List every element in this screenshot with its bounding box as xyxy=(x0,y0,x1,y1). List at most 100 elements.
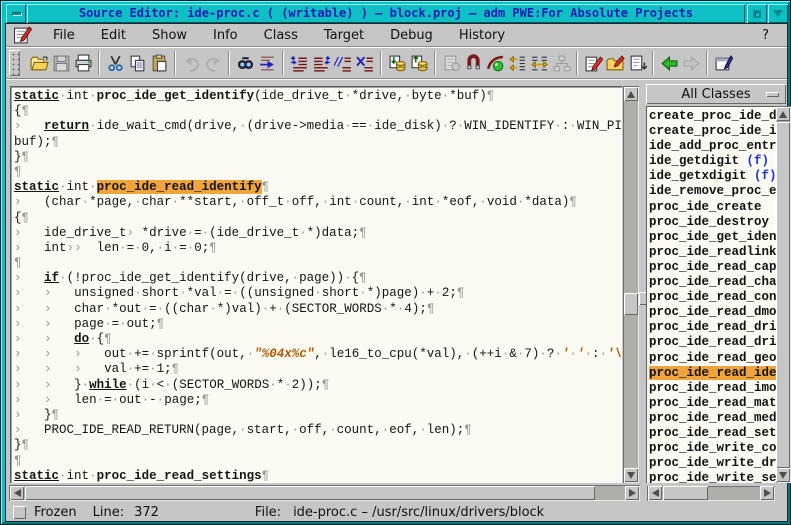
class-list-item[interactable]: proc_ide_read_cha xyxy=(649,275,776,290)
toolbar-outdent-button[interactable] xyxy=(310,50,332,76)
class-list-item[interactable]: proc_ide_read_con xyxy=(649,290,776,305)
class-list-item[interactable]: create_proc_ide_d xyxy=(649,109,776,124)
list-scroll-up-button[interactable] xyxy=(776,107,790,121)
arrow-up-icon xyxy=(779,111,787,118)
check-out-icon xyxy=(388,54,407,73)
menu-item-target[interactable]: Target xyxy=(311,25,377,46)
class-list-item[interactable]: proc_ide_readlink xyxy=(649,245,776,260)
toolbar-print-button[interactable] xyxy=(72,50,94,76)
toolbar-update-doc-button[interactable] xyxy=(626,50,648,76)
arrow-down-icon xyxy=(779,472,787,479)
comment-icon: // xyxy=(334,54,353,73)
scroll-down-button[interactable] xyxy=(624,468,638,482)
list-hscroll-thumb[interactable] xyxy=(663,486,708,500)
class-list-item[interactable]: proc_ide_read_imo xyxy=(649,381,776,396)
toolbar-make-folder-button[interactable] xyxy=(604,50,626,76)
menu-item-file[interactable]: File xyxy=(40,25,88,46)
class-list-item[interactable]: ide_getxdigit (f) xyxy=(649,169,776,184)
class-list[interactable]: create_proc_ide_dcreate_proc_ide_iide_ad… xyxy=(646,106,776,483)
class-list-item[interactable]: proc_ide_read_dri xyxy=(649,335,776,350)
class-list-item[interactable]: proc_ide_destroy xyxy=(649,215,776,230)
arrow-right-icon xyxy=(629,489,636,497)
list-vscroll-thumb[interactable] xyxy=(776,122,790,468)
list-vertical-scrollbar[interactable] xyxy=(776,106,791,483)
toolbar-cut-button[interactable] xyxy=(104,50,126,76)
code-line: › › len·=·out·-·page;¶ xyxy=(14,393,622,408)
code-vscroll-thumb[interactable] xyxy=(624,293,638,315)
toolbar-uncomment-button[interactable] xyxy=(354,50,376,76)
toolbar-magnet-button[interactable] xyxy=(462,50,484,76)
list-scroll-down-button[interactable] xyxy=(776,468,790,482)
shade-button[interactable] xyxy=(768,4,788,23)
toolbar-run-button[interactable] xyxy=(484,50,506,76)
code-vertical-scrollbar[interactable] xyxy=(623,86,639,483)
menu-item-history[interactable]: History xyxy=(446,25,518,46)
toolbar-find-button[interactable] xyxy=(234,50,256,76)
list-scroll-right-button[interactable] xyxy=(760,486,774,500)
menu-items: FileEditShowInfoClassTargetDebugHistory xyxy=(40,25,518,46)
toolbar-goto-line-button[interactable] xyxy=(256,50,278,76)
scroll-up-button[interactable] xyxy=(624,87,638,101)
doc-info-icon xyxy=(442,54,461,73)
class-list-item[interactable]: proc_ide_get_iden xyxy=(649,230,776,245)
class-list-item[interactable]: ide_remove_proc_e xyxy=(649,184,776,199)
toolbar-paste-button[interactable] xyxy=(148,50,170,76)
class-list-item[interactable]: ide_add_proc_entr xyxy=(649,139,776,154)
list-horizontal-scrollbar[interactable] xyxy=(647,486,775,501)
toolbar-buttons: // xyxy=(28,50,734,76)
print-icon xyxy=(74,54,93,73)
line-number-value: 372 xyxy=(134,505,159,520)
code-line: › › › val·+=·1;¶ xyxy=(14,362,622,377)
class-list-item[interactable]: create_proc_ide_i xyxy=(649,124,776,139)
class-list-item[interactable]: proc_ide_read_med xyxy=(649,411,776,426)
class-list-item[interactable]: proc_ide_create xyxy=(649,200,776,215)
menu-item-show[interactable]: Show xyxy=(139,25,200,46)
code-line: static·int·proc_ide_get_identify(ide_dri… xyxy=(14,89,622,104)
toolbar-edit-make-button[interactable] xyxy=(582,50,604,76)
frozen-label: Frozen xyxy=(34,505,77,520)
toolbar-back-button[interactable] xyxy=(658,50,680,76)
class-list-item[interactable]: proc_ide_read_dri xyxy=(649,320,776,335)
class-list-item-selected[interactable]: proc_ide_read_ide xyxy=(649,366,776,381)
code-scroll-right-button[interactable] xyxy=(625,486,639,500)
code-hscroll-thumb[interactable] xyxy=(25,486,595,500)
toolbar-check-in-button[interactable] xyxy=(408,50,430,76)
toolbar-check-out-button[interactable] xyxy=(386,50,408,76)
class-list-item[interactable]: ide_getdigit (f) xyxy=(649,154,776,169)
menu-item-info[interactable]: Info xyxy=(200,25,251,46)
toolbar-properties-button[interactable] xyxy=(712,50,734,76)
menu-item-edit[interactable]: Edit xyxy=(88,25,139,46)
toolbar-merge-both-button[interactable] xyxy=(528,50,550,76)
code-line: › › unsigned·short·*val·=·((unsigned·sho… xyxy=(14,286,622,301)
titlebar[interactable]: Source Editor: ide-proc.c ( (writable) )… xyxy=(5,4,788,23)
class-list-item[interactable]: proc_ide_read_set xyxy=(649,426,776,441)
class-list-item[interactable]: proc_ide_write_co xyxy=(649,441,776,456)
toolbar: // xyxy=(6,47,787,79)
toolbar-indent-button[interactable] xyxy=(288,50,310,76)
chevron-down-icon xyxy=(773,10,783,17)
class-list-item[interactable]: proc_ide_read_cap xyxy=(649,260,776,275)
frozen-toggle[interactable] xyxy=(13,506,26,519)
class-list-item[interactable]: proc_ide_write_dr xyxy=(649,456,776,471)
code-horizontal-scrollbar[interactable] xyxy=(9,485,640,501)
class-filter-dropdown[interactable]: All Classes xyxy=(646,84,786,104)
menu-item-help[interactable]: ? xyxy=(744,25,787,46)
toolbar-merge-left-button[interactable] xyxy=(506,50,528,76)
maximize-button[interactable] xyxy=(747,4,767,23)
toolbar-grip-handle[interactable] xyxy=(9,50,20,76)
menu-item-debug[interactable]: Debug xyxy=(377,25,446,46)
code-scroll-left-button[interactable] xyxy=(10,486,24,500)
list-scroll-left-button[interactable] xyxy=(648,486,662,500)
class-list-item[interactable]: proc_ide_read_dmo xyxy=(649,305,776,320)
class-list-item[interactable]: proc_ide_read_mat xyxy=(649,396,776,411)
toolbar-copy-button[interactable] xyxy=(126,50,148,76)
outdent-icon xyxy=(312,54,331,73)
toolbar-open-file-button[interactable] xyxy=(28,50,50,76)
class-list-item[interactable]: proc_ide_read_geo xyxy=(649,351,776,366)
code-editor[interactable]: static·int·proc_ide_get_identify(ide_dri… xyxy=(10,86,622,483)
window-menu-button[interactable] xyxy=(6,4,26,23)
menu-item-class[interactable]: Class xyxy=(251,25,311,46)
toolbar-comment-button[interactable]: // xyxy=(332,50,354,76)
arrow-right-icon xyxy=(764,489,771,497)
class-list-item[interactable]: proc_ide_write_se xyxy=(649,471,776,483)
